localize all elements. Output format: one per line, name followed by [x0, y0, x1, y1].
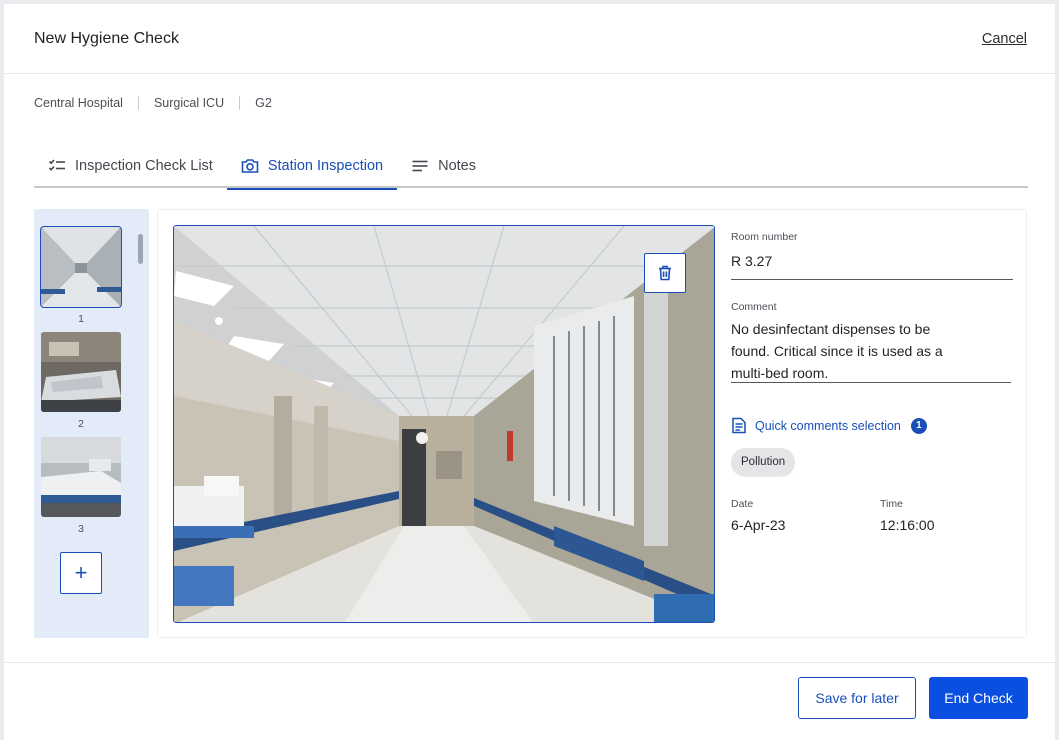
tab-inspection-check-list[interactable]: Inspection Check List: [34, 144, 227, 188]
thumbnail-number: 1: [78, 313, 84, 325]
tab-label: Inspection Check List: [75, 158, 213, 174]
camera-icon: [241, 157, 259, 175]
comment-label: Comment: [731, 301, 777, 313]
checklist-icon: [48, 157, 66, 175]
quick-comments-label: Quick comments selection: [755, 418, 901, 433]
photo-thumbnail-1[interactable]: [40, 226, 122, 308]
date-value[interactable]: 6-Apr-23: [731, 517, 880, 533]
cancel-link[interactable]: Cancel: [982, 31, 1027, 47]
quick-comments-button[interactable]: Quick comments selection 1: [731, 417, 1013, 434]
hygiene-check-dialog: New Hygiene Check Cancel Central Hospita…: [4, 4, 1055, 740]
selected-photo: [173, 225, 715, 623]
time-value[interactable]: 12:16:00: [880, 517, 935, 533]
scrollbar-thumb[interactable]: [138, 234, 143, 264]
add-photo-button[interactable]: +: [60, 552, 102, 594]
thumbnail-number: 2: [78, 418, 84, 430]
document-list-icon: [731, 417, 747, 434]
room-number-label: Room number: [731, 231, 798, 243]
room-number-field[interactable]: R 3.27: [731, 243, 1013, 280]
station-inspection-card: Room number R 3.27 Comment No desinfecta…: [157, 209, 1027, 638]
date-label: Date: [731, 498, 754, 510]
dialog-header: New Hygiene Check Cancel: [4, 4, 1055, 74]
photo-thumbnail-strip: 1 2 3 +: [34, 209, 149, 638]
date-time-row: Date 6-Apr-23 Time 12:16:00: [731, 498, 1013, 533]
save-for-later-button[interactable]: Save for later: [798, 677, 916, 719]
photo-thumbnail-2[interactable]: [41, 332, 121, 412]
tab-label: Notes: [438, 158, 476, 174]
delete-photo-button[interactable]: [644, 253, 686, 293]
end-check-button[interactable]: End Check: [929, 677, 1028, 719]
comment-chip-pollution[interactable]: Pollution: [731, 448, 796, 476]
dialog-title: New Hygiene Check: [34, 30, 179, 47]
photo-thumbnail-3[interactable]: [41, 437, 121, 517]
tab-bar: Inspection Check List Station Inspection…: [34, 144, 1028, 190]
breadcrumb-station[interactable]: G2: [239, 96, 287, 110]
tab-label: Station Inspection: [267, 158, 384, 174]
tab-notes[interactable]: Notes: [397, 144, 490, 188]
breadcrumb: Central Hospital Surgical ICU G2: [34, 96, 287, 110]
breadcrumb-hospital[interactable]: Central Hospital: [34, 96, 138, 110]
breadcrumb-department[interactable]: Surgical ICU: [137, 96, 239, 110]
quick-comments-count-badge: 1: [910, 417, 927, 434]
thumbnail-scrollbar[interactable]: [138, 229, 143, 515]
comment-text: No desinfectant dispenses to be found. C…: [731, 321, 943, 381]
trash-icon: [658, 265, 672, 281]
time-group: Time 12:16:00: [880, 498, 935, 533]
dialog-footer: Save for later End Check: [4, 662, 1055, 740]
comment-field[interactable]: No desinfectant dispenses to be found. C…: [731, 313, 1011, 383]
inspection-form: Room number R 3.27 Comment No desinfecta…: [731, 225, 1013, 533]
date-group: Date 6-Apr-23: [731, 498, 880, 533]
thumbnail-number: 3: [78, 523, 84, 535]
tab-station-inspection[interactable]: Station Inspection: [226, 144, 398, 190]
time-label: Time: [880, 498, 903, 510]
notes-icon: [411, 157, 429, 175]
